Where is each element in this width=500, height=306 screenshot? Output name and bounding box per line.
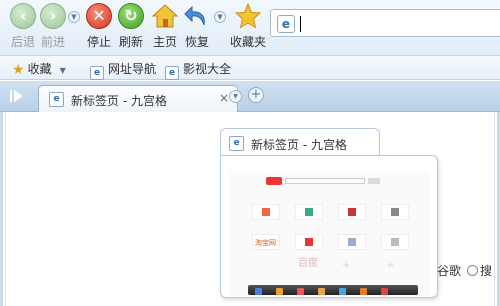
- refresh-label: 刷新: [118, 35, 143, 49]
- add-tile-icon: +: [386, 260, 395, 271]
- thumb-search-box: [285, 178, 365, 184]
- stop-label: 停止: [86, 35, 111, 49]
- forward-button[interactable]: › 前进: [40, 3, 66, 50]
- bookmarks-bar: ★ 收藏 ▼ e 网址导航 e 影视大全: [0, 55, 500, 80]
- preview-title: 新标签页 - 九宫格: [251, 138, 347, 152]
- dock-app-icon: [276, 288, 283, 295]
- favorites-menu-label: 收藏: [27, 62, 52, 76]
- dock-app-icon: [381, 288, 388, 295]
- ie-page-icon: e: [49, 92, 64, 107]
- stop-x-icon: ✕: [86, 3, 112, 29]
- thumb-tile: [295, 234, 323, 250]
- radio-button[interactable]: [467, 265, 479, 276]
- tab-preview-popup[interactable]: e 新标签页 - 九宫格 淘宝网 百度 + +: [220, 128, 440, 298]
- thumb-tile: [295, 204, 323, 220]
- thumb-search-button: [368, 178, 380, 184]
- add-tile-icon: +: [342, 260, 351, 271]
- thumb-tile: [381, 204, 409, 220]
- favorites-menu[interactable]: ★ 收藏 ▼: [12, 60, 66, 78]
- tile-logo: [348, 208, 356, 216]
- thumb-logo: [266, 177, 282, 185]
- tile-logo: [391, 238, 399, 246]
- ie-page-icon: e: [165, 66, 179, 80]
- page-thumbnail: 淘宝网 百度 + +: [230, 172, 430, 296]
- forward-label: 前进: [40, 35, 65, 49]
- thumb-dock: [248, 285, 418, 295]
- forward-arrow-icon: ›: [40, 3, 66, 29]
- dock-app-icon: [318, 288, 325, 295]
- home-label: 主页: [152, 35, 177, 49]
- back-label: 后退: [10, 35, 35, 49]
- tab-new-tab[interactable]: e 新标签页 - 九宫格 ×: [38, 85, 238, 112]
- undo-icon: [184, 3, 210, 29]
- radio-label: 搜: [480, 264, 493, 278]
- ie-page-icon: e: [229, 136, 244, 151]
- thumb-tile: [338, 204, 366, 220]
- refresh-button[interactable]: ↻ 刷新: [118, 3, 144, 50]
- stop-button[interactable]: ✕ 停止: [86, 3, 112, 50]
- thumb-tile: [252, 204, 280, 220]
- main-toolbar: ‹ 后退 › 前进 ▼ ✕ 停止 ↻ 刷新 主页 恢复 ▼ 收藏夹 e: [0, 0, 500, 55]
- sidebar-toggle-icon[interactable]: [8, 87, 26, 105]
- preview-header: e 新标签页 - 九宫格: [220, 128, 380, 156]
- bookmark-link[interactable]: e 影视大全: [165, 60, 231, 80]
- home-icon: [151, 3, 179, 29]
- favorites-label: 收藏夹: [230, 35, 267, 49]
- tile-logo: [305, 238, 313, 246]
- dock-app-icon: [360, 288, 367, 295]
- tile-logo: [305, 208, 313, 216]
- new-tab-button[interactable]: +: [248, 87, 264, 103]
- back-button[interactable]: ‹ 后退: [10, 3, 36, 50]
- tile-label: 淘宝网: [255, 239, 276, 247]
- bookmark-label: 影视大全: [183, 62, 232, 76]
- radio-label: 谷歌: [437, 264, 462, 278]
- home-button[interactable]: 主页: [151, 3, 179, 50]
- back-arrow-icon: ‹: [10, 3, 36, 29]
- add-favorite-star-icon: ★: [12, 62, 25, 78]
- dock-app-icon: [339, 288, 346, 295]
- chevron-down-icon: ▼: [59, 66, 66, 75]
- restore-dropdown-icon[interactable]: ▼: [214, 11, 226, 23]
- bookmark-label: 网址导航: [108, 62, 157, 76]
- refresh-icon: ↻: [118, 3, 144, 29]
- tab-strip: e 新标签页 - 九宫格 × ▼ +: [0, 81, 500, 112]
- thumb-tile: [381, 234, 409, 250]
- tab-close-icon[interactable]: ×: [219, 91, 229, 105]
- dock-app-icon: [255, 288, 262, 295]
- ie-page-icon: e: [277, 15, 295, 33]
- ie-page-icon: e: [90, 66, 104, 80]
- restore-label: 恢复: [184, 35, 209, 49]
- tab-list-dropdown-icon[interactable]: ▼: [229, 90, 242, 103]
- tile-logo: [348, 238, 356, 246]
- tile-logo: [262, 208, 270, 216]
- history-dropdown-icon[interactable]: ▼: [68, 11, 80, 23]
- star-icon: [234, 2, 262, 29]
- address-bar[interactable]: e: [270, 9, 500, 37]
- bookmark-link[interactable]: e 网址导航: [90, 60, 156, 80]
- text-caret: [300, 16, 301, 32]
- tile-logo: [391, 208, 399, 216]
- favorites-button[interactable]: 收藏夹: [230, 2, 267, 50]
- restore-button[interactable]: 恢复: [184, 3, 210, 50]
- thumb-tile: 淘宝网: [252, 234, 280, 250]
- preview-body: 淘宝网 百度 + +: [220, 155, 438, 298]
- thumb-overlay-text: 百度: [298, 258, 318, 269]
- dock-app-icon: [297, 288, 304, 295]
- thumb-tile: [338, 234, 366, 250]
- tab-title: 新标签页 - 九宫格: [71, 94, 167, 108]
- search-engine-options: 谷歌 搜: [437, 262, 492, 279]
